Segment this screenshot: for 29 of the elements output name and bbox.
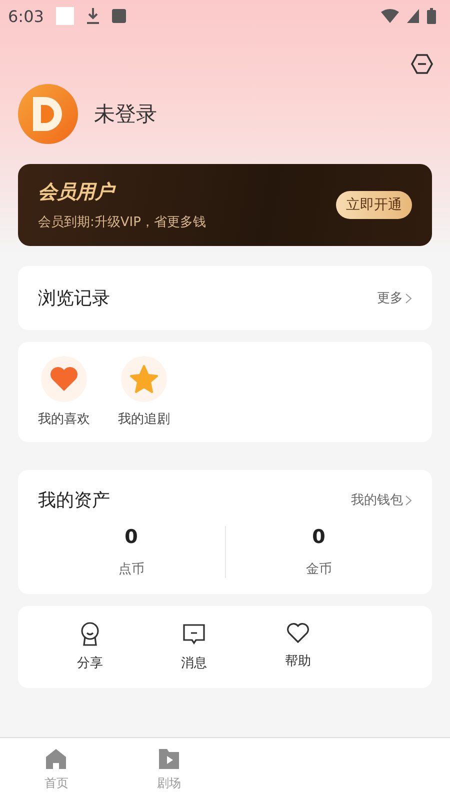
more-link[interactable]: 更多 [377,289,412,307]
asset-label: 点币 [118,561,144,578]
wallet-link[interactable]: 我的钱包 [351,491,412,509]
history-title: 浏览记录 [38,287,110,310]
signal-icon [407,9,419,23]
asset-value: 0 [312,526,326,548]
tool-item[interactable]: 分享 [38,622,142,672]
heart-outline-icon [286,622,310,644]
chevron-icon [405,292,412,304]
tool-item[interactable]: 帮助 [246,622,350,672]
battery-icon [427,8,436,24]
asset-label: 金币 [306,561,332,578]
activate-button[interactable]: 立即开通 [336,191,412,219]
login-status[interactable]: 未登录 [94,100,157,128]
star-icon [129,364,159,394]
message-icon [182,622,206,646]
home-icon [44,746,68,770]
play-folder-icon [156,746,181,770]
status-time: 6:03 [8,6,44,26]
tool-item[interactable]: 消息 [142,622,246,672]
vip-title: 会员用户 [38,180,117,205]
wifi-icon [381,9,399,23]
heart-icon [49,365,79,393]
asset-value: 0 [124,526,138,548]
vip-subtitle: 会员到期:升级VIP，省更多钱 [38,214,206,231]
download-icon [86,7,100,25]
assets-title: 我的资产 [38,489,110,512]
chevron-icon [405,494,412,506]
settings-icon[interactable] [410,52,434,76]
